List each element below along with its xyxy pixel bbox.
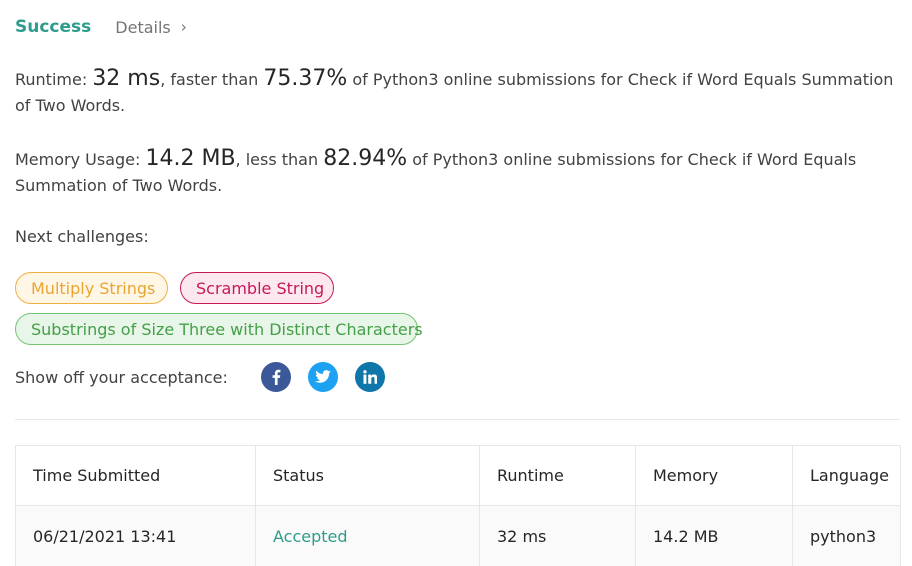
runtime-value: 32 ms xyxy=(92,66,161,91)
cell-status: Accepted xyxy=(256,506,480,566)
cell-language: python3 xyxy=(810,526,877,546)
runtime-stat: Runtime: 32 ms, faster than 75.37% of Py… xyxy=(15,66,895,119)
share-section: Show off your acceptance: xyxy=(15,362,402,392)
cell-time-submitted: 06/21/2021 13:41 xyxy=(16,506,256,566)
memory-percent: 82.94% xyxy=(323,146,408,171)
column-header-runtime: Runtime xyxy=(480,446,636,505)
result-status-title: Success xyxy=(15,17,92,37)
table-row: 06/21/2021 13:41 Accepted 32 ms 14.2 MB … xyxy=(16,506,900,566)
memory-value: 14.2 MB xyxy=(145,146,236,171)
challenge-tag-scramble-string[interactable]: Scramble String xyxy=(180,272,334,304)
cell-runtime: 32 ms xyxy=(480,506,636,566)
runtime-percent: 75.37% xyxy=(263,66,348,91)
chevron-right-icon: › xyxy=(180,18,187,36)
share-label: Show off your acceptance: xyxy=(15,367,228,387)
next-challenges-title: Next challenges: xyxy=(15,227,149,246)
column-header-time-submitted: Time Submitted xyxy=(16,446,256,505)
memory-stat: Memory Usage: 14.2 MB, less than 82.94% … xyxy=(15,146,895,199)
cell-memory: 14.2 MB xyxy=(636,506,793,566)
result-header: Success Details › xyxy=(15,14,187,40)
submission-result-panel: Success Details › Runtime: 32 ms, faster… xyxy=(0,0,912,566)
section-divider xyxy=(15,419,900,420)
column-header-memory: Memory xyxy=(636,446,793,505)
runtime-comparison: , faster than xyxy=(160,70,264,89)
memory-comparison: , less than xyxy=(235,150,324,169)
challenge-tag-substrings-size-three[interactable]: Substrings of Size Three with Distinct C… xyxy=(15,313,423,345)
table-header-row: Time Submitted Status Runtime Memory Lan… xyxy=(16,446,900,506)
linkedin-icon[interactable] xyxy=(354,362,385,392)
memory-label: Memory Usage: xyxy=(15,150,146,169)
column-header-language: Language xyxy=(810,466,889,485)
twitter-icon[interactable] xyxy=(307,362,338,392)
status-accepted-link[interactable]: Accepted xyxy=(273,527,348,546)
facebook-icon[interactable] xyxy=(260,362,291,392)
runtime-label: Runtime: xyxy=(15,70,93,89)
submissions-table: Time Submitted Status Runtime Memory Lan… xyxy=(15,445,901,566)
details-label: Details xyxy=(115,17,171,37)
challenge-tag-multiply-strings[interactable]: Multiply Strings xyxy=(15,272,168,304)
details-link[interactable]: Details › xyxy=(115,18,186,37)
column-header-status: Status xyxy=(256,446,480,505)
